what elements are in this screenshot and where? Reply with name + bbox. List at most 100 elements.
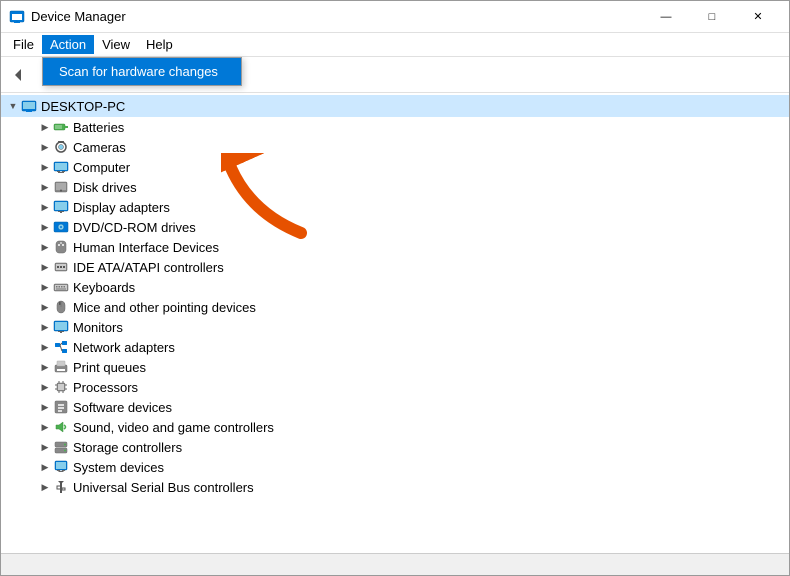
- window-title: Device Manager: [31, 9, 643, 24]
- scan-hardware-menu-item[interactable]: Scan for hardware changes: [43, 58, 241, 85]
- monitor-tree-icon: [53, 319, 69, 335]
- title-bar: Device Manager — □ ✕: [1, 1, 789, 33]
- action-dropdown: Scan for hardware changes: [42, 57, 242, 86]
- ide-label: IDE ATA/ATAPI controllers: [73, 260, 224, 275]
- tree-item-cameras[interactable]: ▶ Cameras: [1, 137, 789, 157]
- network-toggle[interactable]: ▶: [37, 339, 53, 355]
- tree-item-processors[interactable]: ▶ Processors: [1, 377, 789, 397]
- dvd-label: DVD/CD-ROM drives: [73, 220, 196, 235]
- hid-toggle[interactable]: ▶: [37, 239, 53, 255]
- tree-view[interactable]: ▼ DESKTOP-PC ▶: [1, 93, 789, 553]
- printer-icon: [53, 359, 69, 375]
- tree-item-display[interactable]: ▶ Display adapters: [1, 197, 789, 217]
- software-icon: [53, 399, 69, 415]
- menu-bar: File Action Scan for hardware changes Vi…: [1, 33, 789, 57]
- tree-item-storage[interactable]: ▶ Storage controllers: [1, 437, 789, 457]
- tree-item-ide[interactable]: ▶ IDE ATA/ATAPI controllers: [1, 257, 789, 277]
- system-icon: [53, 459, 69, 475]
- display-label: Display adapters: [73, 200, 170, 215]
- tree-item-disk[interactable]: ▶ Disk drives: [1, 177, 789, 197]
- device-manager-window: Device Manager — □ ✕ File Action Scan fo…: [0, 0, 790, 576]
- usb-label: Universal Serial Bus controllers: [73, 480, 254, 495]
- root-label: DESKTOP-PC: [41, 99, 125, 114]
- root-icon: [21, 98, 37, 114]
- computer-toggle[interactable]: ▶: [37, 159, 53, 175]
- back-icon: [11, 67, 27, 83]
- window-controls: — □ ✕: [643, 1, 781, 33]
- cameras-label: Cameras: [73, 140, 126, 155]
- batteries-toggle[interactable]: ▶: [37, 119, 53, 135]
- ide-icon: [53, 259, 69, 275]
- disk-label: Disk drives: [73, 180, 137, 195]
- status-bar: [1, 553, 789, 575]
- dvd-icon: [53, 219, 69, 235]
- usb-toggle[interactable]: ▶: [37, 479, 53, 495]
- tree-item-hid[interactable]: ▶ Human Interface Devices: [1, 237, 789, 257]
- root-toggle[interactable]: ▼: [5, 98, 21, 114]
- tree-item-sound[interactable]: ▶ Sound, video and game controllers: [1, 417, 789, 437]
- print-label: Print queues: [73, 360, 146, 375]
- back-button[interactable]: [5, 61, 33, 89]
- computer-label: Computer: [73, 160, 130, 175]
- storage-toggle[interactable]: ▶: [37, 439, 53, 455]
- tree-item-dvd[interactable]: ▶ DVD/CD-ROM drives: [1, 217, 789, 237]
- dvd-toggle[interactable]: ▶: [37, 219, 53, 235]
- maximize-button[interactable]: □: [689, 1, 735, 33]
- battery-icon: [53, 119, 69, 135]
- ide-toggle[interactable]: ▶: [37, 259, 53, 275]
- main-content: 4.com ▼ DESKTOP-PC: [1, 93, 789, 553]
- cameras-toggle[interactable]: ▶: [37, 139, 53, 155]
- close-button[interactable]: ✕: [735, 1, 781, 33]
- usb-icon: [53, 479, 69, 495]
- print-toggle[interactable]: ▶: [37, 359, 53, 375]
- mice-toggle[interactable]: ▶: [37, 299, 53, 315]
- minimize-button[interactable]: —: [643, 1, 689, 33]
- tree-item-batteries[interactable]: ▶ Batteries: [1, 117, 789, 137]
- menu-help[interactable]: Help: [138, 35, 181, 54]
- keyboards-label: Keyboards: [73, 280, 135, 295]
- cpu-icon: [53, 379, 69, 395]
- display-icon: [53, 199, 69, 215]
- tree-item-system[interactable]: ▶ System devices: [1, 457, 789, 477]
- hid-icon: [53, 239, 69, 255]
- sound-icon: [53, 419, 69, 435]
- tree-item-keyboards[interactable]: ▶ Keyboards: [1, 277, 789, 297]
- menu-action[interactable]: Action Scan for hardware changes: [42, 35, 94, 54]
- tree-item-print[interactable]: ▶ Print queues: [1, 357, 789, 377]
- monitors-toggle[interactable]: ▶: [37, 319, 53, 335]
- display-toggle[interactable]: ▶: [37, 199, 53, 215]
- system-label: System devices: [73, 460, 164, 475]
- menu-view[interactable]: View: [94, 35, 138, 54]
- storage-label: Storage controllers: [73, 440, 182, 455]
- tree-item-monitors[interactable]: ▶ Monitors: [1, 317, 789, 337]
- mice-label: Mice and other pointing devices: [73, 300, 256, 315]
- tree-root[interactable]: ▼ DESKTOP-PC: [1, 95, 789, 117]
- title-bar-icon: [9, 9, 25, 25]
- software-toggle[interactable]: ▶: [37, 399, 53, 415]
- mouse-icon: [53, 299, 69, 315]
- network-label: Network adapters: [73, 340, 175, 355]
- processors-toggle[interactable]: ▶: [37, 379, 53, 395]
- tree-item-computer[interactable]: ▶ Computer: [1, 157, 789, 177]
- monitors-label: Monitors: [73, 320, 123, 335]
- cameras-icon: [53, 139, 69, 155]
- processors-label: Processors: [73, 380, 138, 395]
- software-label: Software devices: [73, 400, 172, 415]
- system-toggle[interactable]: ▶: [37, 459, 53, 475]
- tree-item-network[interactable]: ▶ Network adapters: [1, 337, 789, 357]
- network-icon: [53, 339, 69, 355]
- menu-file[interactable]: File: [5, 35, 42, 54]
- keyboard-icon: [53, 279, 69, 295]
- keyboards-toggle[interactable]: ▶: [37, 279, 53, 295]
- tree-item-software[interactable]: ▶ Software devices: [1, 397, 789, 417]
- hid-label: Human Interface Devices: [73, 240, 219, 255]
- tree-item-mice[interactable]: ▶ Mice and other pointing devices: [1, 297, 789, 317]
- computer-icon: [53, 159, 69, 175]
- storage-icon: [53, 439, 69, 455]
- disk-icon: [53, 179, 69, 195]
- disk-toggle[interactable]: ▶: [37, 179, 53, 195]
- batteries-label: Batteries: [73, 120, 124, 135]
- sound-toggle[interactable]: ▶: [37, 419, 53, 435]
- tree-item-usb[interactable]: ▶ Universal Serial Bus controllers: [1, 477, 789, 497]
- sound-label: Sound, video and game controllers: [73, 420, 274, 435]
